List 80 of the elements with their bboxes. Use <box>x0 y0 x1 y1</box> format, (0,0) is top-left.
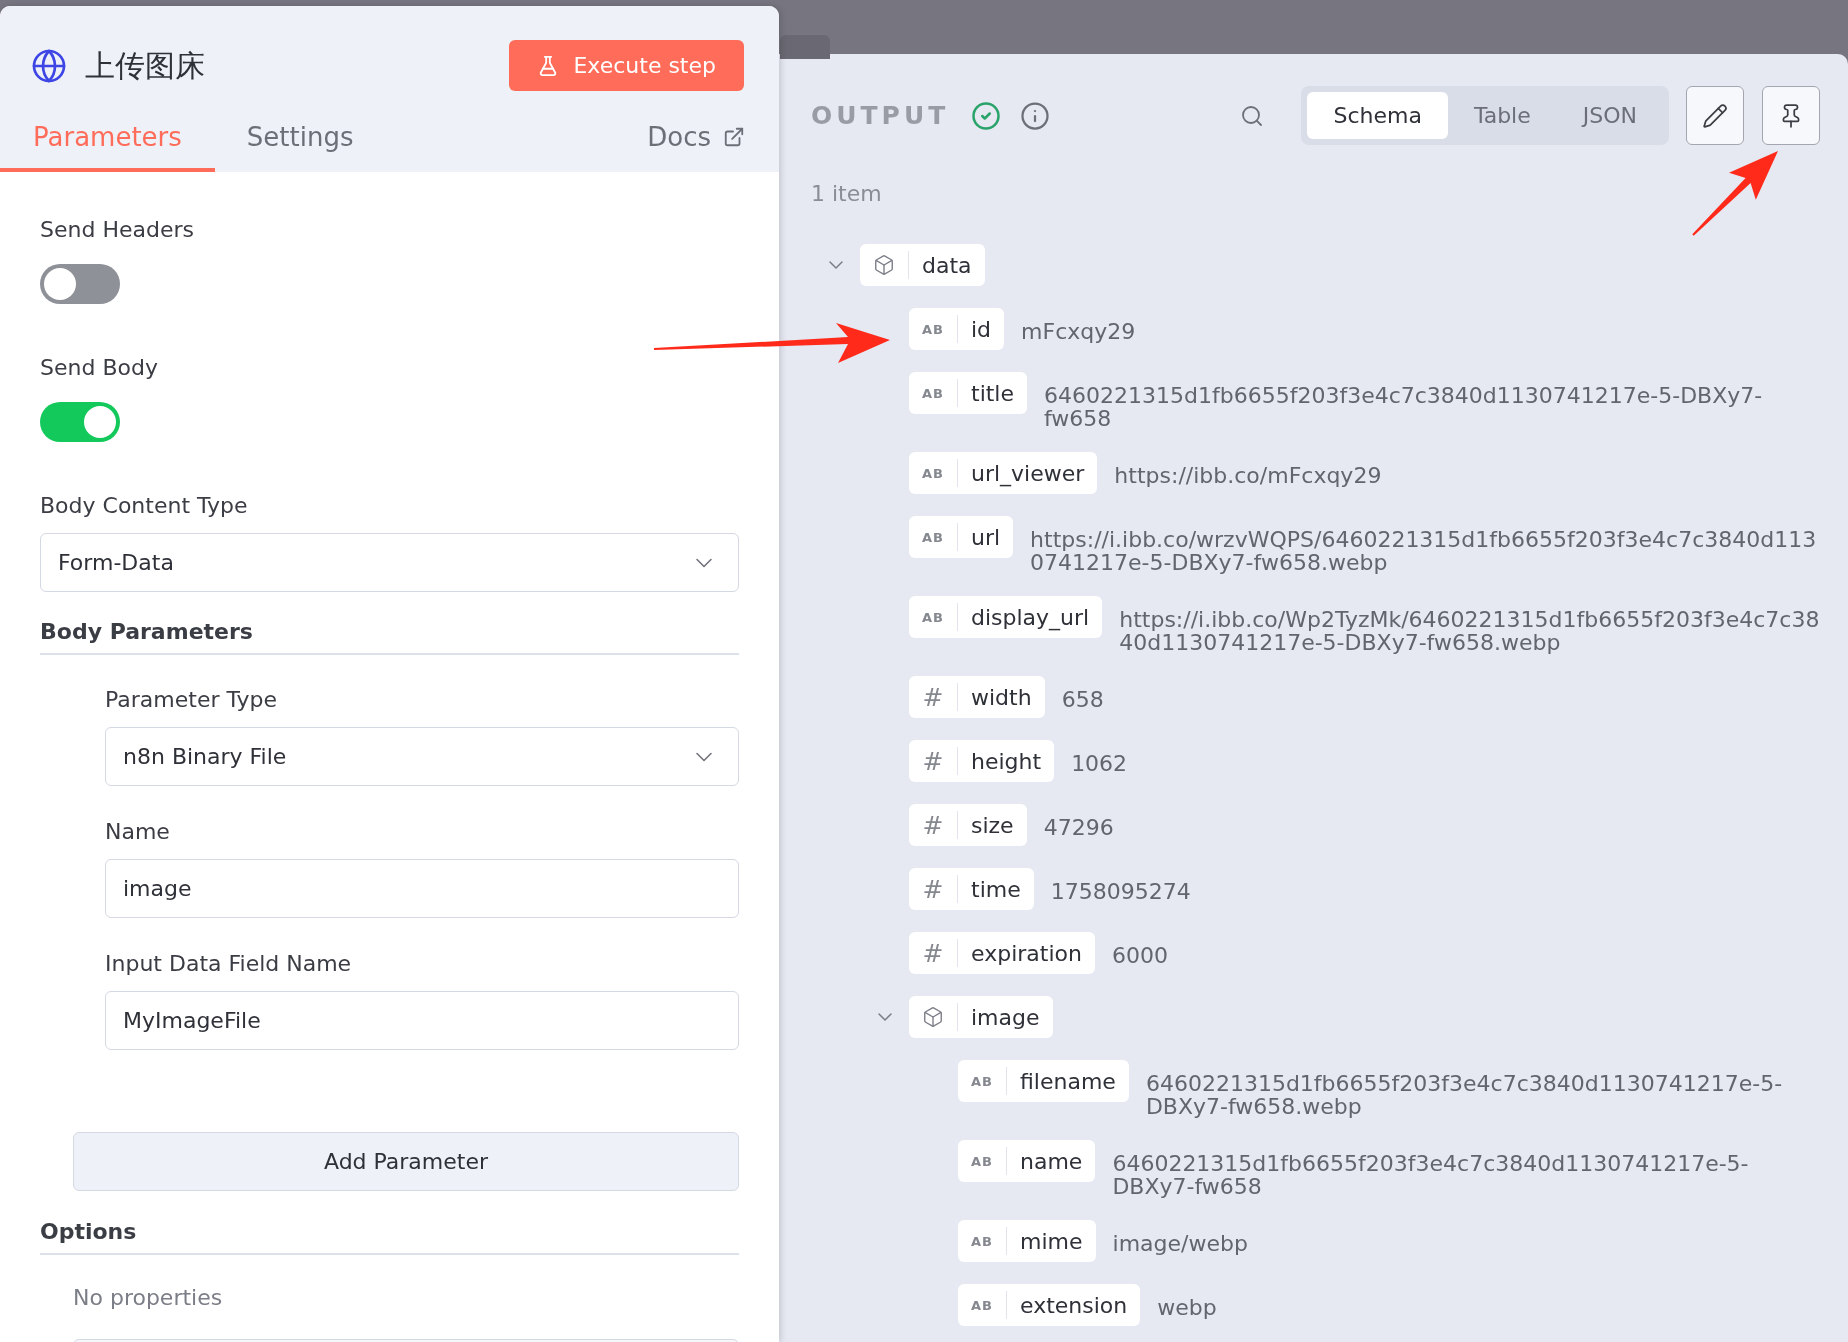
type-label: AB <box>971 1074 993 1088</box>
field-key: image <box>958 1000 1053 1034</box>
type-label: AB <box>922 322 944 336</box>
field-label: Send Headers <box>40 217 195 243</box>
text-input[interactable]: MyImageFile <box>105 991 739 1050</box>
field-key: data <box>909 248 985 282</box>
edit-button[interactable] <box>1686 86 1744 145</box>
globe-icon <box>31 47 67 84</box>
type-label: # <box>922 684 944 710</box>
field-value: webp <box>1157 1296 1217 1319</box>
section-title: Options <box>40 1219 739 1255</box>
search-icon[interactable] <box>1240 103 1265 128</box>
field-key: id <box>958 312 1005 346</box>
dropdown-select[interactable]: Form-Data <box>40 533 739 592</box>
type-label: # <box>922 812 944 838</box>
view-tab[interactable]: JSON <box>1556 92 1663 139</box>
field-value: https://i.ibb.co/Wp2TyzMk/6460221315d1fb6655f203f3e4c7c3840d1130741217e-5-DBXy7-fw658.webp <box>1119 608 1820 654</box>
check-circle-icon <box>971 100 1002 131</box>
field-value: 6460221315d1fb6655f203f3e4c7c3840d1130741217e-5-DBXy7-fw658.webp <box>1145 1072 1784 1118</box>
field-label: Parameter Type <box>105 687 278 713</box>
external-link-icon <box>723 126 745 148</box>
field-key: extension <box>1007 1288 1141 1322</box>
toggle-switch[interactable] <box>40 402 120 442</box>
field-key: display_url <box>958 600 1103 634</box>
view-tab[interactable]: Table <box>1447 92 1557 139</box>
field-key: url <box>958 520 1014 554</box>
info-icon[interactable] <box>1020 100 1051 131</box>
field-key: width <box>958 680 1045 714</box>
field-key: filename <box>1007 1064 1129 1098</box>
field-key: url_viewer <box>958 456 1098 490</box>
type-label: AB <box>971 1154 993 1168</box>
field-key: size <box>958 808 1027 842</box>
dropdown-select[interactable]: n8n Binary File <box>105 727 739 786</box>
item-count: 1 item <box>811 181 883 207</box>
panel-title: OUTPUT <box>811 99 950 132</box>
pin-button[interactable] <box>1762 86 1820 145</box>
add-parameter-button[interactable]: Add Parameter <box>73 1132 739 1191</box>
type-label: AB <box>971 1298 993 1312</box>
type-label: # <box>922 876 944 902</box>
type-label: # <box>922 940 944 966</box>
section-title: Body Parameters <box>40 619 739 655</box>
cube-icon <box>922 1006 944 1028</box>
toggle-switch[interactable] <box>40 264 120 304</box>
docs-link[interactable]: Docs <box>647 117 745 161</box>
field-value: 658 <box>1061 688 1104 711</box>
type-label: # <box>922 748 944 774</box>
type-label: AB <box>922 466 944 480</box>
view-tab[interactable]: Schema <box>1307 92 1448 139</box>
field-value: mFcxqy29 <box>1021 320 1136 343</box>
field-key: height <box>958 744 1055 778</box>
pencil-icon <box>1702 102 1728 129</box>
field-value: 1062 <box>1071 752 1128 775</box>
text-input[interactable]: image <box>105 859 739 918</box>
field-value: 6460221315d1fb6655f203f3e4c7c3840d1130741217e-5-DBXy7-fw658 <box>1112 1152 1750 1198</box>
field-value: https://ibb.co/mFcxqy29 <box>1114 464 1382 487</box>
empty-state-text: No properties <box>73 1285 224 1311</box>
field-label: Input Data Field Name <box>105 951 353 977</box>
cube-icon <box>873 254 895 276</box>
field-value: 47296 <box>1043 816 1114 839</box>
type-label: AB <box>922 530 944 544</box>
field-value: image/webp <box>1112 1232 1248 1255</box>
field-label: Send Body <box>40 355 159 381</box>
field-value: 6460221315d1fb6655f203f3e4c7c3840d1130741217e-5-DBXy7-fw658 <box>1044 384 1764 430</box>
field-value: 1758095274 <box>1050 880 1191 903</box>
tab[interactable]: Settings <box>214 106 386 172</box>
field-value: https://i.ibb.co/wrzvWQPS/6460221315d1fb6655f203f3e4c7c3840d1130741217e-5-DBXy7-fw658.webp <box>1030 528 1818 574</box>
type-label: AB <box>971 1234 993 1248</box>
node-title: 上传图床 <box>85 47 205 85</box>
background-panel-edge <box>780 35 830 59</box>
field-label: Body Content Type <box>40 493 249 519</box>
type-label: AB <box>922 610 944 624</box>
field-key: title <box>958 376 1027 410</box>
field-label: Name <box>105 819 171 845</box>
type-label: AB <box>922 386 944 400</box>
field-key: expiration <box>958 936 1095 970</box>
field-value: 6000 <box>1111 944 1168 967</box>
field-key: time <box>958 872 1034 906</box>
field-key: name <box>1007 1144 1096 1178</box>
arrow-icon <box>1692 151 1778 236</box>
field-key: mime <box>1007 1224 1096 1258</box>
